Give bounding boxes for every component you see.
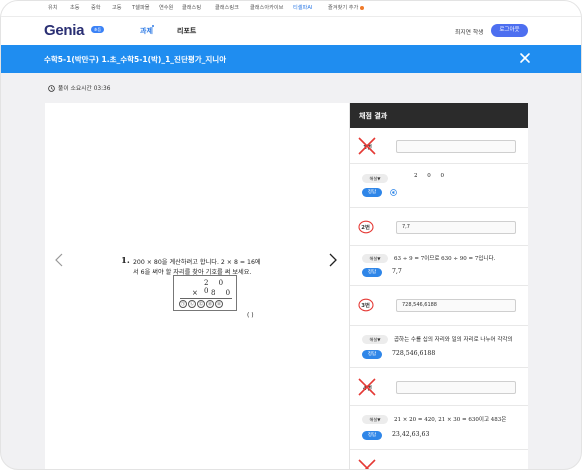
grading-title: 채점 결과 [359,112,388,120]
speaker-icon[interactable] [390,189,397,196]
grade-row-3: 3번 728,546,6188 [350,286,528,326]
answer-blank: ( ) [247,312,254,319]
student-answer-field [396,381,516,394]
menu-report[interactable]: 리포트 [177,26,196,36]
assignment-title: 수학5-1(박만구) 1.초_수학5-1(박)_1_진단평가_지니아 [44,55,227,64]
answer-badge: 정답 [362,188,382,197]
grading-header: 채점 결과 [350,103,528,128]
student-answer-field: 7,7 [396,221,516,234]
nav-item-favorite[interactable]: 즐겨찾기 추가 [328,4,365,11]
explain-toggle-button[interactable]: 해설▼ [362,415,388,424]
bottom-number: 8 0 [211,289,235,297]
clock-icon [48,85,55,92]
question-text-line1: 200 × 80을 계산하려고 합니다. 2 × 8 = 16에 [133,259,261,266]
symbol-4: ㉣ [206,300,214,308]
timer-label: 풀이 소요시간 [58,86,92,92]
explain-row-3: 해설▼ 곱하는 수를 십의 자리와 일의 자리로 나누어 각각의 정답 728,… [350,326,528,368]
nav-item-classlink[interactable]: 클래스링크 [215,4,239,11]
symbol-3: ㉢ [197,300,205,308]
nav-item-tsherpa-ai[interactable]: 티셀파AI [293,4,312,11]
nav-item-training[interactable]: 연수원 [159,4,173,11]
grade-row-1: 1번 [350,128,528,164]
correct-circle-icon: 2번 [358,220,374,234]
nav-item-elementary[interactable]: 초등 [70,4,80,11]
grade-row-5 [350,450,528,469]
nav-item-tsherpa-mall[interactable]: T셀파몰 [132,4,150,11]
wrong-mark-icon: 4번 [358,378,376,396]
row2-number: 2번 [361,223,370,231]
new-dot-icon [360,5,365,10]
explain-toggle-button[interactable]: 해설▼ [362,174,388,183]
explain-row-4: 해설▼ 21 × 20 = 420, 21 × 30 = 630이고 483은 … [350,406,528,450]
symbol-1: ㉠ [179,300,187,308]
grading-panel: 채점 결과 1번 해설▼ 2 0 0 정답 2번 7,7 해설▼ 63 ÷ 9 … [349,103,528,469]
explanation-text: 2 0 0 [414,173,448,179]
explain-toggle-button[interactable]: 해설▼ [362,335,388,344]
answer-badge: 정답 [362,268,382,277]
wrong-mark-icon [358,459,376,469]
app-frame: 유치 초등 중학 고등 T셀파몰 연수원 클래스팅 클래스링크 클래스아카이브 … [0,0,582,470]
explain-row-2: 해설▼ 63 ÷ 9 = 7이므로 630 ÷ 90 = 7입니다. 정답 7,… [350,246,528,286]
nav-item-classarchive[interactable]: 클래스아카이브 [250,4,283,11]
nav-item-classting[interactable]: 클래스팅 [182,4,201,11]
correct-answer-text: 7,7 [392,268,402,275]
student-answer-field [396,140,516,153]
grade-row-4: 4번 [350,368,528,406]
multiplication-box: 2 0 0 × 8 0 ㉠ ㉡ ㉢ ㉣ ㉤ [173,275,237,311]
correct-circle-icon: 3번 [358,298,374,312]
calc-divider [180,298,232,299]
chevron-left-icon[interactable] [55,253,63,267]
row3-number: 3번 [361,301,370,309]
grade-row-2: 2번 7,7 [350,208,528,246]
close-icon[interactable] [519,52,531,64]
nav-item-kindergarten[interactable]: 유치 [48,4,58,11]
user-name: 최지연 학생 [455,30,484,36]
genia-logo[interactable]: Genia [44,22,84,39]
logout-button[interactable]: 로그아웃 [491,24,528,37]
answer-badge: 정답 [362,350,382,359]
site-nav: 유치 초등 중학 고등 T셀파몰 연수원 클래스팅 클래스링크 클래스아카이브 … [1,1,581,17]
assignment-bar: 수학5-1(박만구) 1.초_수학5-1(박)_1_진단평가_지니아 [1,45,581,73]
times-sign: × [192,289,198,297]
elapsed-timer: 풀이 소요시간 03:36 [48,83,110,92]
symbol-5: ㉤ [215,300,223,308]
student-answer-field: 728,546,6188 [396,299,516,312]
explain-row-1: 해설▼ 2 0 0 정답 [350,164,528,208]
header: Genia 초등 과제 리포트 최지연 학생 로그아웃 [1,17,581,45]
correct-answer-text: 728,546,6188 [392,350,436,357]
symbol-2: ㉡ [188,300,196,308]
answer-badge: 정답 [362,431,382,440]
menu-assignment[interactable]: 과제 [140,26,153,36]
explanation-text: 63 ÷ 9 = 7이므로 630 ÷ 90 = 7입니다. [394,256,496,262]
question-number: 1. [121,256,130,266]
nav-item-high[interactable]: 고등 [112,4,122,11]
explanation-text: 21 × 20 = 420, 21 × 30 = 630이고 483은 [394,417,507,423]
timer-value: 03:36 [93,86,111,92]
grade-badge: 초등 [91,26,104,33]
correct-answer-text: 23,42,63,63 [392,431,430,438]
chevron-right-icon[interactable] [329,253,337,267]
explain-toggle-button[interactable]: 해설▼ [362,254,388,263]
symbol-row: ㉠ ㉡ ㉢ ㉣ ㉤ [179,300,223,308]
favorite-label: 즐겨찾기 추가 [328,5,359,11]
menu-indicator-dot [152,25,154,27]
wrong-mark-icon: 1번 [358,137,376,155]
explanation-text: 곱하는 수를 십의 자리와 일의 자리로 나누어 각각의 [394,337,513,343]
nav-item-middle[interactable]: 중학 [91,4,101,11]
